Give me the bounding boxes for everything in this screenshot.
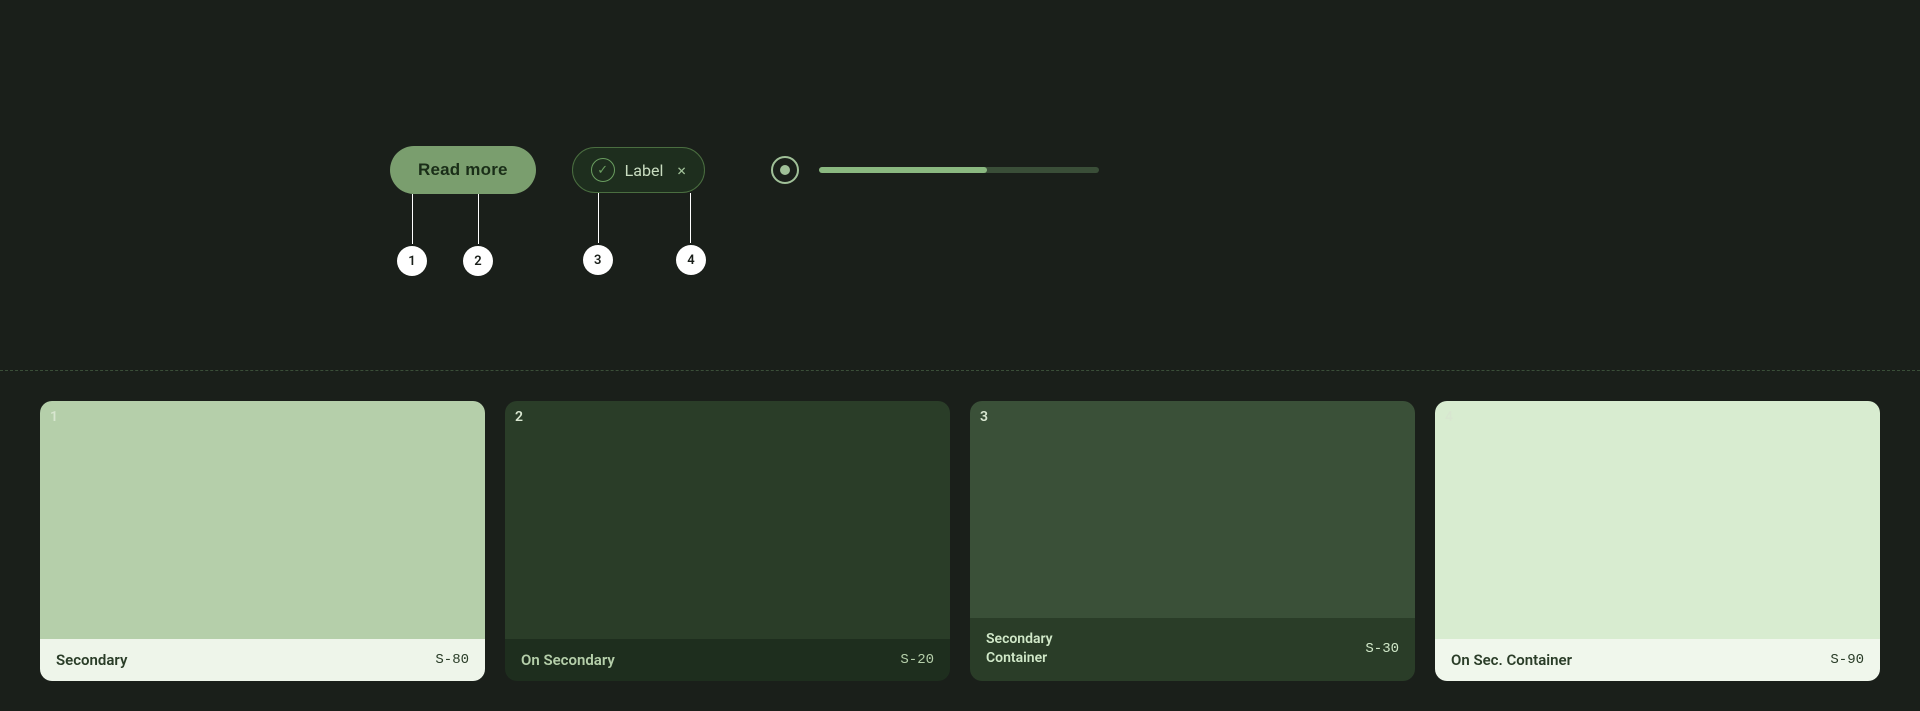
- annot-line-1: [412, 194, 413, 244]
- radio-inner: [780, 165, 790, 175]
- annot-line-3: [598, 193, 599, 243]
- swatch-on-secondary: [505, 401, 950, 639]
- annotation-4: 4: [676, 245, 706, 275]
- radio-button[interactable]: [771, 156, 799, 184]
- annot-line-2: [478, 194, 479, 244]
- card-code-secondary: S-80: [435, 652, 469, 668]
- widgets-row: Read more 1 2 ✓ Label × 3 4: [390, 146, 1099, 194]
- card-name-on-sec-container: On Sec. Container: [1451, 651, 1572, 669]
- color-card-on-secondary: 2 On Secondary S-20: [505, 401, 950, 681]
- color-card-on-sec-container: 4 On Sec. Container S-90: [1435, 401, 1880, 681]
- chip-close-icon[interactable]: ×: [677, 161, 686, 180]
- top-section: Read more 1 2 ✓ Label × 3 4: [0, 0, 1920, 370]
- read-more-wrapper: Read more 1 2: [390, 146, 536, 194]
- annotation-2: 2: [463, 246, 493, 276]
- card-number-4: 4: [1445, 409, 1453, 425]
- card-number-1: 1: [50, 409, 58, 425]
- card-label-secondary: Secondary S-80: [40, 639, 485, 681]
- chip-check-icon: ✓: [591, 158, 615, 182]
- card-label-on-sec-container: On Sec. Container S-90: [1435, 639, 1880, 681]
- annotation-1: 1: [397, 246, 427, 276]
- chip-label: Label: [625, 161, 664, 180]
- read-more-button[interactable]: Read more: [390, 146, 536, 194]
- card-name-on-secondary: On Secondary: [521, 651, 615, 669]
- slider-track[interactable]: [819, 167, 1099, 173]
- chip-wrapper: ✓ Label × 3 4: [572, 147, 705, 193]
- radio-slider-group: [771, 156, 1099, 184]
- color-card-secondary-container: 3 Secondary Container S-30: [970, 401, 1415, 681]
- card-name-secondary-container: Secondary Container: [986, 630, 1053, 669]
- card-number-3: 3: [980, 409, 988, 425]
- card-code-on-sec-container: S-90: [1830, 652, 1864, 668]
- chip[interactable]: ✓ Label ×: [572, 147, 705, 193]
- slider-fill: [819, 167, 987, 173]
- swatch-on-sec-container: [1435, 401, 1880, 639]
- card-number-2: 2: [515, 409, 523, 425]
- annot-line-4: [690, 193, 691, 243]
- swatch-secondary: [40, 401, 485, 639]
- bottom-section: 1 Secondary S-80 2 On Secondary S-20 3 S…: [0, 371, 1920, 711]
- card-name-secondary: Secondary: [56, 651, 127, 669]
- card-label-on-secondary: On Secondary S-20: [505, 639, 950, 681]
- card-code-on-secondary: S-20: [900, 652, 934, 668]
- card-code-secondary-container: S-30: [1365, 641, 1399, 657]
- color-card-secondary: 1 Secondary S-80: [40, 401, 485, 681]
- card-label-secondary-container: Secondary Container S-30: [970, 618, 1415, 681]
- annotation-3: 3: [583, 245, 613, 275]
- swatch-secondary-container: [970, 401, 1415, 618]
